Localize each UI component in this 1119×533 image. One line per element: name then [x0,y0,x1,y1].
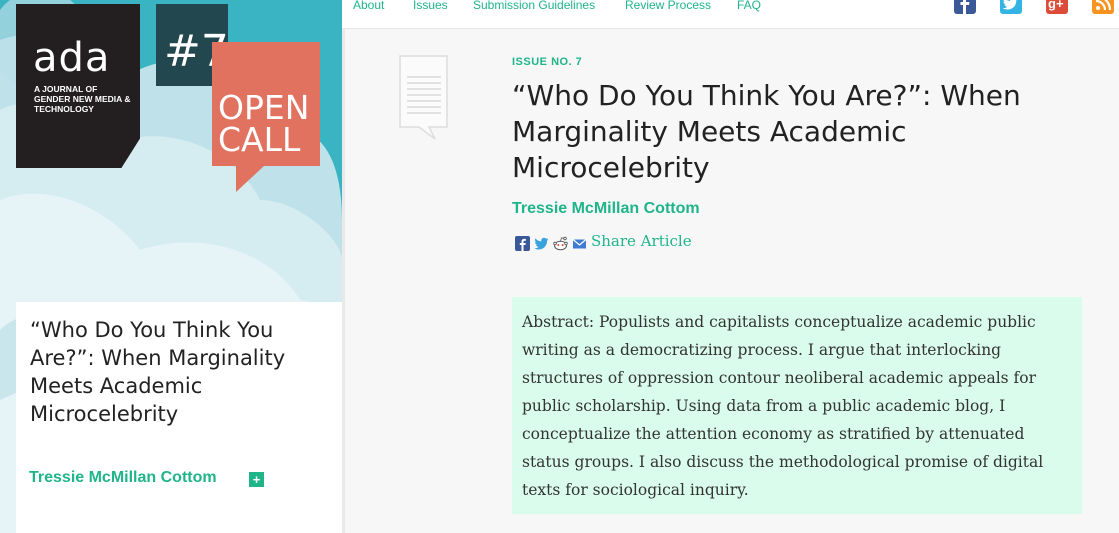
logo-subtitle: A Journal of Gender New Media & Technolo… [34,84,131,114]
abstract-box: Abstract: Populists and capitalists conc… [512,297,1082,514]
article-title: “Who Do You Think You Are?”: When Margin… [512,79,1021,184]
share-article-link[interactable]: Share Article [591,232,692,250]
reddit-icon[interactable] [553,236,568,251]
article-author-link[interactable]: Tressie McMillan Cottom [512,200,700,218]
sidebar-author-link[interactable]: Tressie McMillan Cottom [29,469,217,487]
speech-bubble-tail [236,166,264,192]
sidebar: ada A Journal of Gender New Media & Tech… [0,0,342,533]
nav-about[interactable]: About [353,0,384,12]
top-nav: About Issues Submission Guidelines Revie… [342,0,1119,29]
google-plus-icon[interactable]: g+ [1046,0,1068,14]
twitter-icon[interactable] [1000,0,1022,14]
nav-faq[interactable]: FAQ [737,0,761,12]
svg-text:g+: g+ [1048,0,1064,11]
plus-icon[interactable]: + [249,472,264,487]
logo-wordmark: ada [33,35,111,81]
column-divider [342,29,345,533]
rss-icon[interactable] [1092,0,1114,14]
facebook-icon[interactable] [515,236,530,251]
open-call-text: OPEN CALL [218,88,310,159]
journal-logo[interactable]: ada A Journal of Gender New Media & Tech… [16,4,140,168]
nav-submission-guidelines[interactable]: Submission Guidelines [473,0,595,12]
nav-review-process[interactable]: Review Process [625,0,711,12]
issue-number-label[interactable]: ISSUE NO. 7 [512,56,582,68]
open-call-banner[interactable]: OPEN CALL [212,42,320,192]
abstract-text: Abstract: Populists and capitalists conc… [522,313,1044,499]
sidebar-article-card: “Who Do You Think You Are?”: When Margin… [16,302,342,533]
email-icon[interactable] [572,236,587,251]
facebook-icon[interactable] [954,0,976,14]
sidebar-article-title: “Who Do You Think You Are?”: When Margin… [30,318,286,426]
twitter-icon[interactable] [534,236,549,251]
document-icon [399,55,448,140]
nav-issues[interactable]: Issues [413,0,448,12]
